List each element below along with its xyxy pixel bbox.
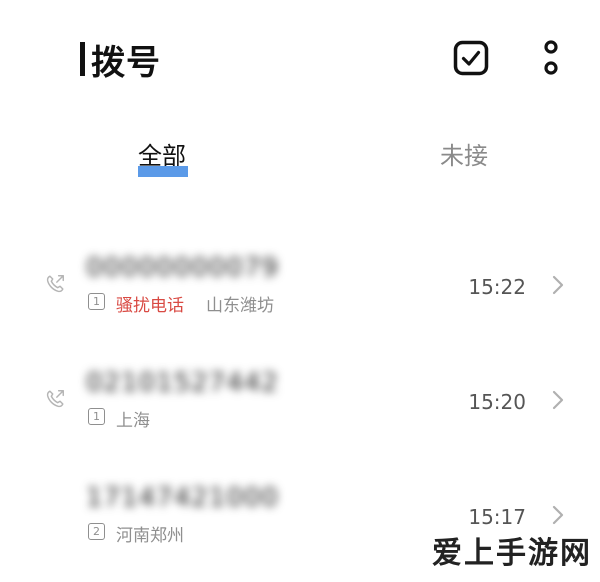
- call-time: 15:17: [468, 505, 526, 529]
- site-watermark: 爱上手游网: [432, 536, 592, 571]
- call-list-item[interactable]: 0000000007924 1 骚扰电话 山东潍坊 15:22: [0, 245, 600, 335]
- call-location: 上海: [116, 411, 150, 431]
- outgoing-call-icon: [46, 390, 64, 408]
- call-time: 15:20: [468, 390, 526, 414]
- spam-tag: 骚扰电话: [116, 296, 184, 316]
- chevron-right-icon[interactable]: [550, 503, 566, 527]
- sim-badge: 1: [88, 293, 105, 310]
- sim-badge: 2: [88, 523, 105, 540]
- call-time: 15:22: [468, 275, 526, 299]
- checkbox-check-icon[interactable]: [453, 40, 489, 76]
- call-list-item[interactable]: 02101527442 1 上海 15:20: [0, 360, 600, 450]
- sim-badge: 1: [88, 408, 105, 425]
- phone-number: 02101527442: [86, 368, 279, 398]
- tab-active-indicator: [138, 166, 188, 177]
- tab-missed[interactable]: 未接: [440, 136, 488, 171]
- outgoing-call-icon: [46, 275, 64, 293]
- chevron-right-icon[interactable]: [550, 273, 566, 297]
- phone-number: 17147421000: [86, 483, 279, 513]
- page-title-text: 拨号: [91, 42, 161, 83]
- call-location: 河南郑州: [116, 526, 184, 546]
- call-location: 山东潍坊: [206, 296, 274, 316]
- more-vertical-icon[interactable]: [538, 40, 564, 76]
- chevron-right-icon[interactable]: [550, 388, 566, 412]
- phone-number: 0000000007924: [86, 253, 281, 283]
- page-title: 拨号: [80, 36, 161, 83]
- title-accent-bar: [80, 42, 85, 76]
